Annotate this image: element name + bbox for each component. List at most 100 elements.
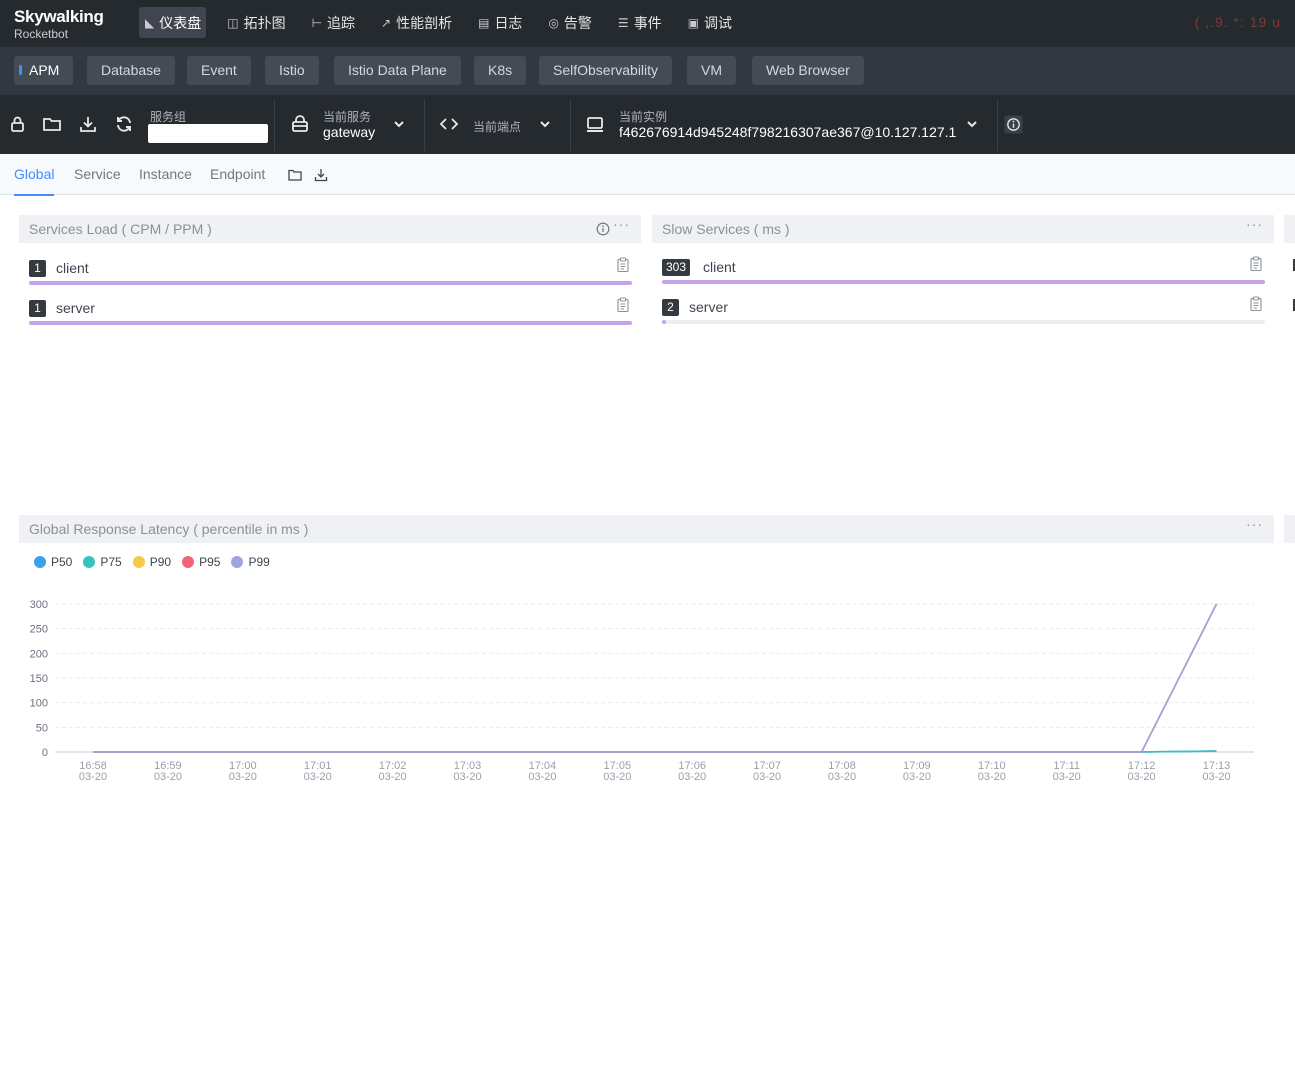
y-tick-label: 150: [30, 673, 48, 685]
x-tick-date: 03-20: [603, 771, 631, 783]
chart-legend: P50 P75 P90 P95 P99: [34, 555, 281, 569]
copy-icon[interactable]: [1249, 256, 1263, 272]
x-tick-date: 03-20: [154, 771, 182, 783]
tab-global[interactable]: Global: [14, 166, 55, 196]
layer-tab-apm[interactable]: APM: [14, 56, 74, 85]
nav-item-0[interactable]: ◣ 仪表盘: [139, 7, 207, 38]
x-tick-date: 03-20: [453, 771, 481, 783]
layer-tab-vm[interactable]: VM: [687, 56, 736, 85]
tab-endpoint[interactable]: Endpoint: [210, 166, 265, 182]
nav-label: 追踪: [327, 14, 356, 31]
copy-icon[interactable]: [616, 297, 630, 313]
refresh-icon[interactable]: [114, 114, 134, 134]
nav-item-1[interactable]: ◫ 拓扑图: [221, 7, 290, 38]
logo-subtitle: Rocketbot: [14, 27, 69, 41]
current-service-label: 当前服务: [323, 110, 372, 124]
more-icon[interactable]: ···: [1246, 516, 1263, 532]
y-tick-label: 200: [30, 648, 48, 660]
divider: [570, 99, 571, 151]
progress-track: [29, 281, 632, 285]
download-icon[interactable]: [78, 114, 98, 134]
nav-item-4[interactable]: ▤ 日志: [472, 7, 527, 38]
chevron-down-icon[interactable]: [965, 117, 979, 131]
folder-icon[interactable]: [288, 169, 302, 181]
chevron-down-icon[interactable]: [392, 117, 406, 131]
y-tick-label: 0: [42, 747, 48, 759]
legend-item[interactable]: P50: [34, 555, 72, 569]
info-icon[interactable]: [1004, 115, 1023, 134]
chevron-down-icon[interactable]: [538, 117, 552, 131]
divider: [424, 99, 425, 151]
layer-tab-database[interactable]: Database: [87, 56, 175, 85]
tab-instance[interactable]: Instance: [139, 166, 192, 182]
dashboard-tabs: Global Service Instance Endpoint: [0, 154, 1295, 196]
layer-tab-event[interactable]: Event: [187, 56, 251, 85]
layer-tabs: APM Database Event Istio Istio Data Plane K8s…: [0, 47, 1295, 95]
nav-item-5[interactable]: ◎ 告警: [542, 7, 596, 38]
debug-icon: ▣: [687, 15, 700, 30]
more-icon[interactable]: ···: [1246, 216, 1263, 232]
panel-title: Services Load ( CPM / PPM ): [29, 221, 212, 237]
legend-swatch: [182, 556, 195, 568]
more-icon[interactable]: ···: [613, 216, 630, 232]
layer-tab-web-browser[interactable]: Web Browser: [752, 56, 864, 85]
service-name: server: [689, 299, 728, 315]
x-tick-date: 03-20: [528, 771, 556, 783]
y-tick-label: 100: [30, 698, 48, 710]
x-tick-date: 03-20: [828, 771, 856, 783]
nav-label: 事件: [633, 14, 662, 31]
copy-icon[interactable]: [616, 257, 630, 273]
legend-label: P50: [51, 555, 73, 569]
x-tick-date: 03-20: [903, 771, 931, 783]
app-logo[interactable]: Skywalking Rocketbot: [14, 8, 104, 42]
x-tick-date: 03-20: [1053, 771, 1081, 783]
progress-track: [29, 321, 632, 325]
lock-icon[interactable]: [8, 114, 28, 134]
x-tick-date: 03-20: [229, 771, 257, 783]
x-tick-date: 03-20: [379, 771, 407, 783]
nav-label: 调试: [704, 14, 733, 31]
layer-tab-istio[interactable]: Istio: [265, 56, 319, 85]
event-icon: ☰: [617, 15, 629, 30]
y-tick-label: 300: [30, 599, 48, 611]
layer-tab-selfobservability[interactable]: SelfObservability: [539, 56, 673, 85]
legend-item[interactable]: P75: [83, 555, 122, 569]
list-item[interactable]: 1 server: [29, 297, 632, 337]
x-tick-date: 03-20: [978, 771, 1006, 783]
service-group-input[interactable]: [148, 124, 268, 143]
copy-icon[interactable]: [1249, 296, 1263, 312]
nav-item-3[interactable]: ↗ 性能剖析: [375, 7, 457, 38]
legend-item[interactable]: P99: [231, 555, 270, 569]
x-tick-date: 03-20: [304, 771, 332, 783]
legend-swatch: [83, 556, 96, 568]
folder-icon[interactable]: [42, 114, 62, 134]
list-item[interactable]: 2 server: [662, 296, 1265, 336]
info-icon[interactable]: [596, 222, 610, 236]
rank-badge: 303: [662, 259, 691, 276]
nav-item-7[interactable]: ▣ 调试: [682, 7, 737, 38]
current-endpoint-label[interactable]: 当前端点: [473, 118, 521, 135]
list-item[interactable]: 303 client: [662, 256, 1265, 296]
service-name: client: [56, 260, 89, 276]
progress-bar: [662, 280, 1265, 284]
download-icon[interactable]: [314, 168, 328, 182]
current-instance-value[interactable]: f462676914d945248f798216307ae367@10.127.…: [619, 124, 956, 140]
layer-tab-k8s[interactable]: K8s: [474, 56, 527, 85]
nav-label: 性能剖析: [396, 14, 453, 31]
tab-service[interactable]: Service: [74, 166, 121, 182]
legend-item[interactable]: P95: [182, 555, 220, 569]
nav-item-6[interactable]: ☰ 事件: [612, 7, 667, 38]
progress-bar: [662, 320, 666, 324]
y-tick-label: 50: [36, 722, 48, 734]
layer-tab-istio-data-plane[interactable]: Istio Data Plane: [334, 56, 461, 85]
legend-item[interactable]: P90: [132, 555, 171, 569]
list-item[interactable]: 1 client: [29, 257, 632, 297]
trace-icon: ⊢: [311, 15, 323, 30]
main-nav: ◣ 仪表盘 ◫ 拓扑图 ⊢ 追踪 ↗ 性能剖析 ▤ 日志 ◎ 告警 ☰ 事件 ▣ 调试: [139, 7, 752, 38]
nav-label: 告警: [563, 14, 592, 31]
progress-bar: [29, 281, 632, 285]
x-tick-date: 03-20: [1128, 771, 1156, 783]
legend-label: P99: [248, 555, 270, 569]
nav-item-2[interactable]: ⊢ 追踪: [306, 7, 360, 38]
current-service-value[interactable]: gateway: [323, 124, 375, 140]
